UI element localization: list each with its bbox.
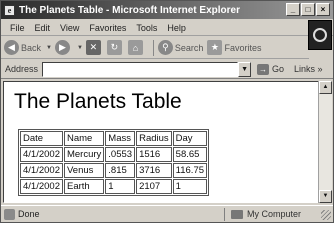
address-label: Address bbox=[5, 64, 39, 74]
table-cell: 1 bbox=[105, 179, 136, 194]
home-button[interactable]: ⌂ bbox=[127, 40, 145, 55]
go-arrow-icon: → bbox=[257, 63, 270, 75]
internet-explorer-icon[interactable]: e bbox=[4, 4, 15, 16]
back-label: Back bbox=[21, 42, 42, 53]
menu-edit[interactable]: Edit bbox=[30, 23, 56, 33]
back-button[interactable]: ◀ Back bbox=[4, 40, 41, 55]
security-zone: My Computer bbox=[224, 207, 302, 221]
status-text: Done bbox=[18, 209, 40, 219]
my-computer-icon bbox=[231, 209, 243, 219]
search-button[interactable]: ⚲ Search bbox=[157, 40, 204, 55]
search-label: Search bbox=[174, 42, 204, 53]
refresh-button[interactable]: ↻ bbox=[106, 40, 124, 55]
table-cell: 116.75 bbox=[172, 163, 208, 178]
menu-view[interactable]: View bbox=[55, 23, 84, 33]
table-cell: Venus bbox=[63, 163, 105, 178]
address-dropdown-icon[interactable]: ▼ bbox=[238, 61, 252, 77]
column-header: Day bbox=[172, 131, 208, 146]
page-done-icon bbox=[4, 208, 15, 220]
menu-favorites[interactable]: Favorites bbox=[84, 23, 131, 33]
favorites-label: Favorites bbox=[224, 42, 262, 53]
table-cell: 1 bbox=[172, 179, 208, 194]
page-title: The Planets Table bbox=[14, 90, 182, 113]
table-cell: 4/1/2002 bbox=[20, 163, 63, 178]
window-title: The Planets Table - Microsoft Internet E… bbox=[19, 4, 240, 16]
forward-dropdown-icon[interactable]: ▼ bbox=[77, 45, 83, 51]
go-button[interactable]: → Go bbox=[257, 63, 285, 75]
minimize-button[interactable]: _ bbox=[286, 3, 300, 16]
column-header: Name bbox=[63, 131, 105, 146]
table-cell: .815 bbox=[105, 163, 136, 178]
menu-bar: File Edit View Favorites Tools Help bbox=[1, 20, 333, 36]
table-row: 4/1/2002 Mercury .0553 1516 58.65 bbox=[20, 147, 208, 162]
throbber-logo bbox=[308, 20, 332, 50]
column-header: Radius bbox=[136, 131, 172, 146]
table-cell: 3716 bbox=[136, 163, 172, 178]
table-header-row: Date Name Mass Radius Day bbox=[20, 131, 208, 146]
go-label: Go bbox=[272, 64, 285, 74]
forward-button[interactable]: ▶ bbox=[54, 40, 72, 55]
stop-button[interactable]: ✕ bbox=[85, 40, 103, 55]
links-button[interactable]: Links » bbox=[294, 64, 323, 74]
vertical-scrollbar[interactable]: ▲ ▼ bbox=[318, 81, 332, 203]
planets-table: Date Name Mass Radius Day 4/1/2002 Mercu… bbox=[18, 129, 210, 196]
address-bar: Address ▼ → Go Links » bbox=[1, 60, 333, 79]
stop-icon: ✕ bbox=[85, 40, 101, 55]
zone-label: My Computer bbox=[247, 209, 302, 219]
table-cell: 2107 bbox=[136, 179, 172, 194]
window-controls: _ □ × bbox=[286, 3, 330, 16]
menu-file[interactable]: File bbox=[5, 23, 30, 33]
toolbar: ◀ Back ▼ ▶ ▼ ✕ ↻ ⌂ ⚲ Search ★ Favorites bbox=[1, 37, 309, 59]
table-cell: 58.65 bbox=[172, 147, 208, 162]
table-cell: Mercury bbox=[63, 147, 105, 162]
scroll-down-icon[interactable]: ▼ bbox=[319, 190, 332, 203]
favorites-button[interactable]: ★ Favorites bbox=[207, 40, 261, 55]
forward-arrow-icon: ▶ bbox=[54, 40, 70, 55]
table-cell: Earth bbox=[63, 179, 105, 194]
table-cell: 1516 bbox=[136, 147, 172, 162]
back-arrow-icon: ◀ bbox=[4, 40, 19, 55]
back-dropdown-icon[interactable]: ▼ bbox=[46, 45, 52, 51]
table-cell: .0553 bbox=[105, 147, 136, 162]
resize-grip-icon[interactable] bbox=[321, 210, 331, 220]
address-input[interactable] bbox=[42, 61, 239, 77]
maximize-button[interactable]: □ bbox=[301, 3, 315, 16]
toolbar-separator bbox=[152, 39, 154, 56]
column-header: Mass bbox=[105, 131, 136, 146]
browser-window: e The Planets Table - Microsoft Internet… bbox=[0, 0, 334, 223]
page-content: The Planets Table Date Name Mass Radius … bbox=[3, 81, 319, 203]
home-icon: ⌂ bbox=[127, 40, 143, 55]
table-row: 4/1/2002 Earth 1 2107 1 bbox=[20, 179, 208, 194]
refresh-icon: ↻ bbox=[106, 40, 122, 55]
favorites-icon: ★ bbox=[207, 40, 223, 55]
table-cell: 4/1/2002 bbox=[20, 179, 63, 194]
menu-help[interactable]: Help bbox=[162, 23, 191, 33]
title-bar[interactable]: e The Planets Table - Microsoft Internet… bbox=[1, 1, 333, 19]
windows-logo-icon bbox=[313, 28, 327, 42]
close-button[interactable]: × bbox=[316, 3, 330, 16]
menu-tools[interactable]: Tools bbox=[131, 23, 162, 33]
table-row: 4/1/2002 Venus .815 3716 116.75 bbox=[20, 163, 208, 178]
table-cell: 4/1/2002 bbox=[20, 147, 63, 162]
status-bar: Done My Computer bbox=[1, 205, 333, 222]
search-icon: ⚲ bbox=[157, 40, 173, 55]
scroll-up-icon[interactable]: ▲ bbox=[319, 81, 332, 94]
column-header: Date bbox=[20, 131, 63, 146]
